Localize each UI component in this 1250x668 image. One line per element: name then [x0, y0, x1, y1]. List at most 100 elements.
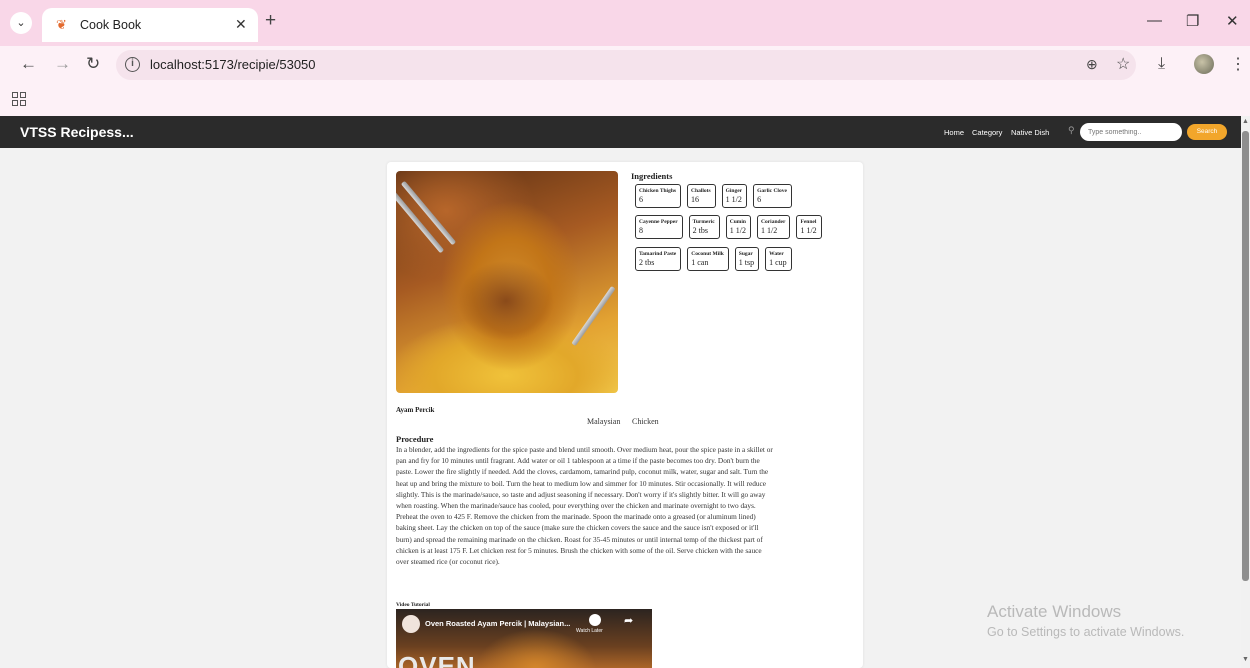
ingredients-row: Cayenne Pepper 8 Turmeric 2 tbs Cumin 1 1/2…	[635, 215, 822, 239]
forward-arrow-icon[interactable]: →	[54, 54, 71, 74]
procedure-line: heat up and bring the mixture to boil. T…	[396, 478, 766, 488]
ingredient-name: Coriander	[761, 219, 786, 225]
ingredient-name: Tamarind Paste	[639, 251, 677, 257]
site-info-icon[interactable]: i	[125, 57, 140, 72]
back-arrow-icon[interactable]: ←	[20, 54, 37, 74]
procedure-line: pan and fry for 10 minutes until fragran…	[396, 456, 760, 466]
ingredient-name: Fennel	[800, 219, 817, 225]
ingredient-qty: 1 tsp	[738, 258, 755, 267]
scrollbar-thumb[interactable]	[1242, 131, 1249, 581]
video-player[interactable]: Oven Roasted Ayam Percik | Malaysian... …	[396, 609, 652, 668]
restore-icon[interactable]: ❐	[1186, 12, 1199, 30]
apps-grid-icon[interactable]	[12, 92, 26, 106]
ingredient-chip: Chicken Thighs 6	[635, 184, 682, 208]
scroll-down-arrow-icon[interactable]: ▼	[1242, 656, 1249, 663]
brand-logo[interactable]: VTSS Recipess...	[20, 124, 134, 140]
url-omnibox[interactable]: i localhost:5173/recipie/53050 ⊕ ☆	[116, 50, 1136, 80]
ingredient-name: Sugar	[738, 251, 753, 257]
search-icon: ⚲	[1068, 125, 1075, 135]
fork-tine	[571, 285, 616, 347]
ingredient-chip: Sugar 1 tsp	[734, 247, 760, 271]
ingredient-name: Cumin	[729, 219, 746, 225]
procedure-text: In a blender, add the ingredients for th…	[396, 444, 856, 567]
ingredient-chip: Cumin 1 1/2	[725, 215, 751, 239]
video-thumbnail-text: OVEN	[398, 651, 476, 668]
ingredient-name: Ginger	[725, 188, 743, 194]
browser-address-bar: ← → ↻ i localhost:5173/recipie/53050 ⊕ ☆…	[0, 46, 1250, 84]
ingredient-name: Chicken Thighs	[639, 188, 677, 194]
nav-home-link[interactable]: Home	[944, 128, 964, 137]
ingredients-heading: Ingredients	[631, 171, 673, 181]
new-tab-icon[interactable]: +	[265, 11, 276, 31]
tab-close-icon[interactable]: ✕	[235, 16, 247, 33]
browser-tab-bar: ⌄ ❦ Cook Book ✕ + — ❐ ✕	[0, 0, 1250, 46]
recipe-image	[396, 171, 618, 393]
ingredient-qty: 1 1/2	[761, 226, 778, 235]
ingredient-name: Challots	[691, 188, 711, 194]
browser-tab[interactable]: ❦ Cook Book ✕	[42, 8, 258, 42]
profile-avatar-icon[interactable]	[1194, 54, 1214, 74]
ingredient-chip: Coriander 1 1/2	[757, 215, 791, 239]
channel-avatar[interactable]	[402, 615, 420, 633]
ingredient-chip: Fennel 1 1/2	[796, 215, 822, 239]
ingredient-qty: 16	[691, 195, 700, 204]
procedure-line: Preheat the oven to 425 F. Remove the ch…	[396, 512, 756, 522]
ingredient-chip: Water 1 cup	[765, 247, 792, 271]
ingredient-qty: 1 1/2	[800, 226, 817, 235]
app-navbar: VTSS Recipess... Home Category Native Di…	[0, 116, 1241, 148]
ingredient-name: Cayenne Pepper	[639, 219, 678, 225]
cookbook-favicon-icon: ❦	[56, 17, 67, 32]
procedure-line: chicken is at least 175 F. Let chicken r…	[396, 545, 762, 555]
zoom-icon[interactable]: ⊕	[1086, 56, 1098, 73]
ingredient-qty: 6	[757, 195, 762, 204]
ingredient-qty: 8	[639, 226, 643, 235]
procedure-line: baking sheet. Lay the chicken on top of …	[396, 523, 759, 533]
browser-menu-icon[interactable]: ⋮	[1230, 54, 1246, 74]
activate-windows-title: Activate Windows	[987, 602, 1122, 621]
ingredient-qty: 2 tbs	[692, 226, 708, 235]
search-button[interactable]: Search	[1187, 124, 1227, 140]
bookmarks-bar	[0, 84, 1250, 116]
ingredient-qty: 2 tbs	[639, 258, 655, 267]
activate-windows-subtitle: Go to Settings to activate Windows.	[987, 625, 1185, 639]
ingredient-chip: Tamarind Paste 2 tbs	[635, 247, 682, 271]
ingredient-name: Garlic Clove	[757, 188, 787, 194]
bookmark-star-icon[interactable]: ☆	[1116, 54, 1130, 74]
nav-native-dish-link[interactable]: Native Dish	[1011, 128, 1049, 137]
procedure-line: paste. Lower the fire slightly if needed…	[396, 467, 769, 477]
minimize-icon[interactable]: —	[1147, 12, 1162, 29]
ingredient-chip: Challots 16	[687, 184, 716, 208]
search-input[interactable]	[1080, 123, 1182, 141]
procedure-line: slightly. This is the marinade/sauce, so…	[396, 489, 766, 499]
video-title[interactable]: Oven Roasted Ayam Percik | Malaysian...	[425, 619, 570, 628]
ingredient-chip: Coconut Milk 1 can	[687, 247, 729, 271]
recipe-category: Chicken	[632, 417, 659, 426]
ingredient-name: Water	[769, 251, 784, 257]
ingredient-name: Coconut Milk	[691, 251, 724, 257]
scroll-up-arrow-icon[interactable]: ▲	[1242, 118, 1249, 125]
download-icon[interactable]: ⤓	[1158, 55, 1165, 73]
ingredient-chip: Ginger 1 1/2	[721, 184, 748, 208]
window-close-icon[interactable]: ✕	[1226, 12, 1239, 30]
reload-icon[interactable]: ↻	[86, 54, 100, 74]
tab-search-dropdown-icon[interactable]: ⌄	[10, 12, 32, 34]
url-text[interactable]: localhost:5173/recipie/53050	[150, 57, 316, 72]
ingredient-qty: 1 1/2	[725, 195, 742, 204]
procedure-line: when roasting. When the marinade/sauce h…	[396, 501, 756, 511]
procedure-line: burn) and spread the remaining marinade …	[396, 534, 763, 544]
ingredient-qty: 1 can	[691, 258, 709, 267]
watch-later-label[interactable]: Watch Later	[576, 628, 603, 634]
share-icon[interactable]: ➦	[624, 614, 633, 627]
watch-later-clock-icon[interactable]	[589, 614, 601, 626]
ingredient-chip: Turmeric 2 tbs	[688, 215, 720, 239]
tab-title: Cook Book	[80, 18, 142, 32]
page-scrollbar[interactable]: ▲ ▼	[1241, 116, 1250, 668]
nav-category-link[interactable]: Category	[972, 128, 1002, 137]
ingredient-chip: Cayenne Pepper 8	[635, 215, 683, 239]
procedure-line: over steamed rice (or coconut rice).	[396, 557, 500, 567]
recipe-card: Ingredients Chicken Thighs 6 Challots 16 G…	[387, 162, 863, 668]
ingredients-row: Chicken Thighs 6 Challots 16 Ginger 1 1/2 G…	[635, 184, 792, 208]
ingredient-qty: 6	[639, 195, 643, 204]
video-tutorial-label: Video Tutorial	[396, 602, 430, 608]
ingredient-qty: 1 cup	[769, 258, 787, 267]
